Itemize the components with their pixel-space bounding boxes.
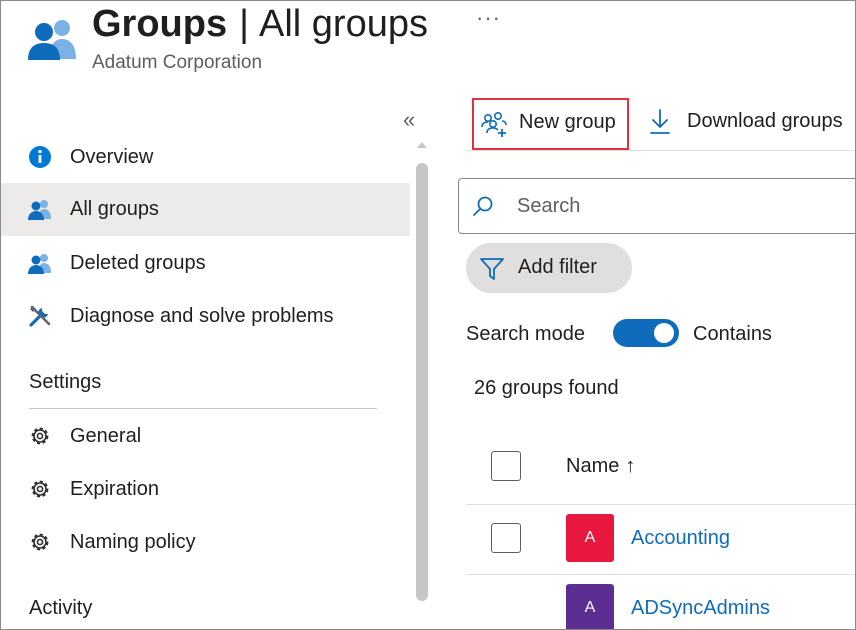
- sidebar-item-deleted-groups[interactable]: Deleted groups: [1, 237, 410, 290]
- scrollbar-thumb[interactable]: [416, 163, 428, 601]
- select-all-checkbox[interactable]: [491, 451, 521, 481]
- sidebar-item-label: Diagnose and solve problems: [70, 305, 334, 327]
- new-group-button[interactable]: New group: [472, 98, 629, 150]
- results-count: 26 groups found: [474, 377, 619, 399]
- search-mode-value: Contains: [693, 323, 772, 345]
- section-divider: [29, 408, 377, 409]
- search-icon: [473, 196, 493, 216]
- info-icon: [29, 146, 51, 168]
- download-groups-button[interactable]: Download groups: [645, 98, 855, 150]
- scroll-up-arrow-icon[interactable]: [414, 139, 430, 151]
- column-header-label: Name: [566, 455, 620, 477]
- groups-icon: [28, 200, 51, 220]
- toggle-knob: [654, 323, 674, 343]
- new-group-icon: [481, 111, 507, 137]
- search-input[interactable]: [517, 191, 847, 221]
- gear-icon: [31, 533, 49, 551]
- toolbar-divider: [466, 150, 855, 151]
- wrench-icon: [29, 305, 51, 327]
- sidebar-item-all-groups[interactable]: All groups: [1, 183, 410, 236]
- sidebar-item-overview[interactable]: Overview: [1, 131, 410, 184]
- groups-icon: [28, 254, 51, 274]
- sidebar-item-diagnose[interactable]: Diagnose and solve problems: [1, 290, 410, 343]
- search-mode-label: Search mode: [466, 323, 585, 345]
- gear-icon: [31, 480, 49, 498]
- sidebar-item-general[interactable]: General: [1, 410, 410, 463]
- new-group-label: New group: [519, 111, 616, 133]
- page-title: Groups | All groups: [92, 1, 428, 47]
- page-title-separator: |: [239, 3, 249, 45]
- filter-icon: [480, 258, 504, 280]
- sort-ascending-icon: ↑: [625, 455, 636, 477]
- sidebar-item-label: Naming policy: [70, 531, 196, 553]
- column-header-name[interactable]: Name ↑: [566, 455, 635, 478]
- gear-icon: [31, 427, 49, 445]
- add-filter-label: Add filter: [518, 256, 597, 278]
- search-mode-toggle[interactable]: [613, 319, 679, 347]
- page-title-main: Groups: [92, 3, 228, 45]
- row-checkbox[interactable]: [491, 523, 521, 553]
- group-name-link[interactable]: Accounting: [631, 527, 730, 550]
- table-divider: [466, 574, 855, 575]
- groups-icon: [28, 20, 76, 60]
- avatar: A: [566, 514, 614, 562]
- sidebar-scrollbar[interactable]: [414, 139, 430, 629]
- sidebar-item-label: Deleted groups: [70, 252, 206, 274]
- activity-section-header: Activity: [29, 597, 93, 619]
- sidebar-item-label: Overview: [70, 146, 154, 168]
- sidebar-item-label: Expiration: [70, 478, 159, 500]
- download-groups-label: Download groups: [687, 110, 843, 132]
- download-icon: [650, 109, 670, 134]
- portal-window: Groups | All groups Adatum Corporation ···…: [0, 0, 856, 630]
- settings-section-header: Settings: [29, 371, 102, 393]
- collapse-sidebar-button[interactable]: «: [403, 107, 415, 133]
- search-box[interactable]: [458, 178, 855, 234]
- sidebar-item-expiration[interactable]: Expiration: [1, 463, 410, 516]
- add-filter-button[interactable]: Add filter: [466, 243, 632, 293]
- group-name-link[interactable]: ADSyncAdmins: [631, 597, 770, 620]
- avatar: A: [566, 584, 614, 629]
- more-options-button[interactable]: ···: [476, 5, 501, 31]
- page-title-section: All groups: [259, 3, 428, 45]
- page-subtitle: Adatum Corporation: [92, 52, 263, 73]
- sidebar-item-label: General: [70, 425, 142, 447]
- sidebar-item-naming-policy[interactable]: Naming policy: [1, 516, 410, 569]
- sidebar-item-label: All groups: [70, 198, 159, 220]
- table-divider: [466, 504, 855, 505]
